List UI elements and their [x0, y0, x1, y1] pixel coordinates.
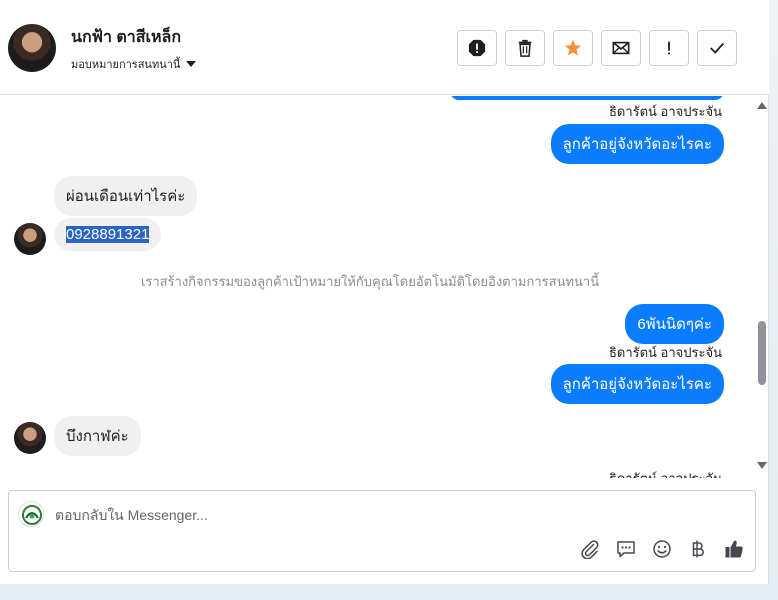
reply-composer: [8, 490, 756, 572]
outgoing-message-partial: [450, 96, 724, 100]
mail-icon: [612, 41, 630, 55]
mark-unread-button[interactable]: [601, 30, 641, 66]
spam-icon: [468, 39, 486, 57]
scroll-thumb[interactable]: [758, 321, 766, 385]
emoji-icon: [653, 540, 671, 558]
mark-done-button[interactable]: [697, 30, 737, 66]
contact-avatar-small: [14, 422, 46, 454]
reply-input[interactable]: [55, 505, 655, 525]
outgoing-message[interactable]: ลูกค้าอยู่จังหวัดอะไรคะ: [550, 124, 724, 164]
outgoing-message[interactable]: 6พันนิดๆค่ะ: [625, 304, 724, 344]
chevron-down-icon: [186, 61, 197, 67]
star-icon: [564, 39, 582, 56]
sender-name: ธิดารัตน์ อาจประจัน: [608, 104, 722, 119]
selected-phone-number[interactable]: 0928891321: [66, 226, 150, 243]
send-like-button[interactable]: [723, 538, 745, 560]
scroll-up-arrow-icon[interactable]: [757, 102, 767, 109]
star-button[interactable]: [553, 30, 593, 66]
incoming-message[interactable]: บึงกาฬค่ะ: [54, 416, 141, 456]
outgoing-message[interactable]: ลูกค้าอยู่จังหวัดอะไรคะ: [550, 364, 724, 404]
page-logo-icon: [22, 505, 42, 525]
payment-baht-icon: [692, 540, 704, 558]
delete-button[interactable]: [505, 30, 545, 66]
assign-label: มอบหมายการสนทนานี้: [71, 59, 181, 71]
sender-name: ธิดารัตน์ อาจประจัน: [608, 345, 722, 360]
conversation-panel: นกฟ้า ตาสีเหล็ก มอบหมายการสนทนานี้ ธิดาร…: [0, 0, 769, 584]
follow-up-icon: [668, 41, 670, 55]
saved-reply-button[interactable]: [615, 538, 637, 560]
message-thread[interactable]: ธิดารัตน์ อาจประจัน ลูกค้าอยู่จังหวัดอะไ…: [0, 96, 755, 478]
page-logo: [18, 501, 44, 527]
follow-up-button[interactable]: [649, 30, 689, 66]
trash-icon: [518, 39, 532, 57]
check-icon: [710, 42, 724, 54]
thumbs-up-icon: [725, 540, 743, 558]
assign-conversation-dropdown[interactable]: มอบหมายการสนทนานี้: [71, 55, 197, 73]
conversation-header: นกฟ้า ตาสีเหล็ก มอบหมายการสนทนานี้: [0, 0, 769, 95]
saved-reply-icon: [617, 541, 635, 558]
attach-button[interactable]: [579, 538, 601, 560]
message-scrollbar[interactable]: [755, 96, 769, 478]
incoming-message[interactable]: ผ่อนเดือนเท่าไรค่ะ: [54, 176, 198, 216]
mark-spam-button[interactable]: [457, 30, 497, 66]
composer-actions: [579, 538, 745, 560]
conversation-toolbar: [457, 30, 737, 66]
contact-avatar-small: [14, 223, 46, 255]
scroll-down-arrow-icon[interactable]: [757, 462, 767, 469]
sender-name-partial: ธิดารัตน์ อาจประจัน: [609, 468, 722, 478]
system-activity-note: เราสร้างกิจกรรมของลูกค้าเป้าหมายให้กับคุ…: [140, 274, 600, 289]
contact-name[interactable]: นกฟ้า ตาสีเหล็ก: [71, 25, 181, 50]
attach-icon: [581, 540, 599, 559]
payment-button[interactable]: [687, 538, 709, 560]
emoji-button[interactable]: [651, 538, 673, 560]
contact-avatar[interactable]: [8, 24, 56, 72]
incoming-message-phone[interactable]: 0928891321: [54, 218, 162, 251]
